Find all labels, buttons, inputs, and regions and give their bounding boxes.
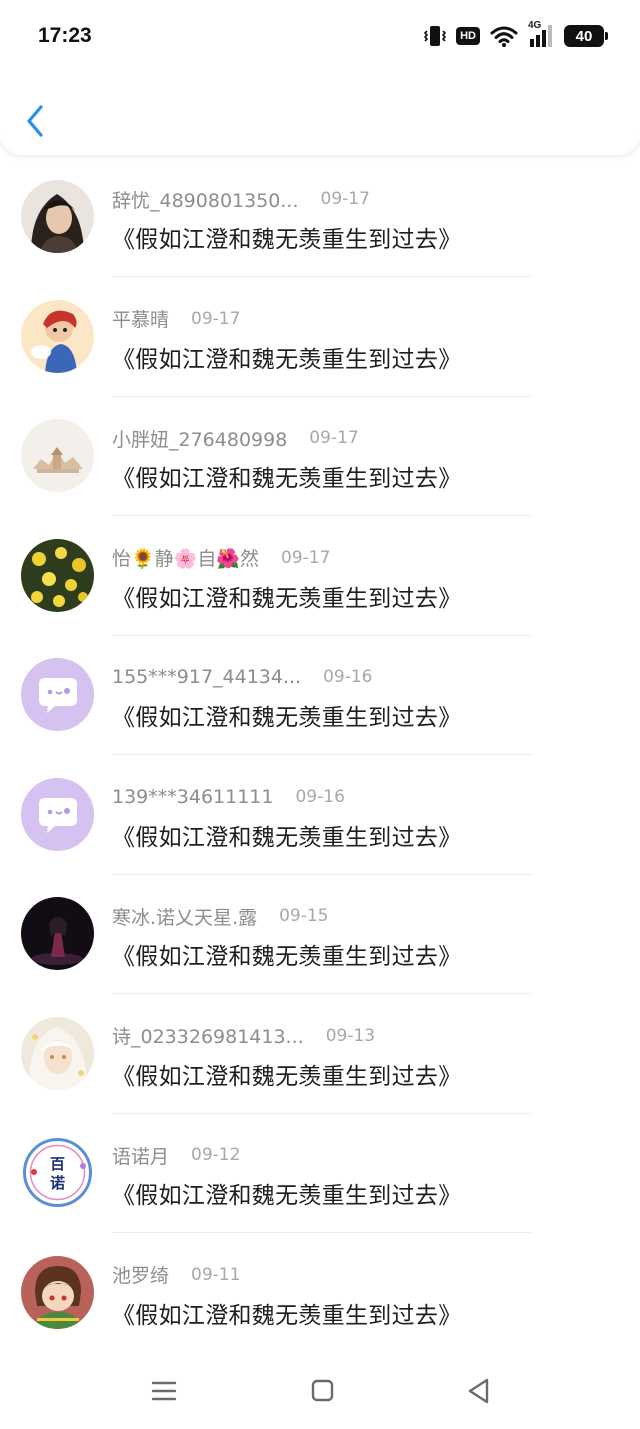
avatar[interactable] — [21, 419, 94, 492]
back-triangle-icon — [468, 1378, 489, 1404]
avatar[interactable]: 百 诺 — [21, 1136, 94, 1209]
message-meta: 155***917_44134... 09-16 — [112, 664, 373, 690]
avatar[interactable] — [21, 897, 94, 970]
back-button[interactable] — [22, 102, 50, 140]
top-bar: 17:23 HD 4G 40 — [0, 0, 640, 155]
status-icons: HD 4G 40 — [424, 20, 608, 49]
username[interactable]: 语诺月 — [112, 1142, 169, 1169]
vibrate-icon — [424, 24, 447, 48]
list-item[interactable]: 平慕晴 09-17 《假如江澄和魏无羡重生到过去》 — [0, 280, 640, 400]
avatar-seal-char-2: 诺 — [50, 1174, 65, 1192]
network-type-label: 4G — [528, 20, 542, 31]
username[interactable]: 155***917_44134... — [112, 666, 301, 688]
divider — [112, 515, 532, 516]
list-item[interactable]: 辞忧_4890801350... 09-17 《假如江澄和魏无羡重生到过去》 — [0, 160, 640, 280]
message-meta: 平慕晴 09-17 — [112, 306, 240, 332]
avatar-seal-char-1: 百 — [50, 1155, 65, 1173]
message-date: 09-17 — [309, 428, 359, 448]
message-date: 09-17 — [191, 308, 241, 329]
message-date: 09-17 — [280, 547, 331, 568]
message-text: 《假如江澄和魏无羡重生到过去》 — [112, 227, 462, 253]
list-item[interactable]: 百 诺 语诺月 09-12 《假如江澄和魏无羡重生到过去》 — [0, 1116, 640, 1236]
system-navigation-bar — [0, 1350, 640, 1429]
message-text: 《假如江澄和魏无羡重生到过去》 — [112, 1063, 462, 1090]
battery-icon: 40 — [564, 25, 608, 47]
chevron-left-icon — [27, 105, 43, 137]
username[interactable]: 池罗绮 — [112, 1261, 169, 1288]
message-meta: 寒冰.诺乂天星.露 09-15 — [112, 903, 329, 929]
list-item[interactable]: 池罗绮 09-11 《假如江澄和魏无羡重生到过去》 — [0, 1236, 640, 1356]
message-text: 《假如江澄和魏无羡重生到过去》 — [112, 1183, 462, 1209]
username[interactable]: 小胖妞_276480998 — [112, 425, 287, 452]
recent-apps-button[interactable] — [149, 1377, 179, 1405]
divider — [112, 993, 532, 994]
list-item[interactable]: 139***34611111 09-16 《假如江澄和魏无羡重生到过去》 — [0, 758, 640, 878]
divider — [112, 754, 532, 755]
avatar[interactable] — [21, 1016, 94, 1090]
list-item[interactable]: 怡🌻静🌸自🌺然 09-17 《假如江澄和魏无羡重生到过去》 — [0, 519, 640, 639]
system-back-button[interactable] — [464, 1377, 494, 1405]
message-date: 09-17 — [320, 189, 370, 209]
message-text: 《假如江澄和魏无羡重生到过去》 — [112, 346, 462, 373]
message-meta: 139***34611111 09-16 — [112, 784, 345, 810]
avatar[interactable] — [21, 1255, 94, 1329]
message-text: 《假如江澄和魏无羡重生到过去》 — [112, 824, 462, 851]
message-text: 《假如江澄和魏无羡重生到过去》 — [112, 705, 462, 731]
message-text: 《假如江澄和魏无羡重生到过去》 — [112, 585, 462, 612]
message-meta: 辞忧_4890801350... 09-17 — [112, 186, 370, 212]
username[interactable]: 平慕晴 — [112, 305, 169, 332]
message-meta: 小胖妞_276480998 09-17 — [112, 425, 359, 451]
message-text: 《假如江澄和魏无羡重生到过去》 — [112, 466, 462, 492]
menu-lines-icon — [151, 1381, 177, 1401]
list-item[interactable]: 小胖妞_276480998 09-17 《假如江澄和魏无羡重生到过去》 — [0, 399, 640, 519]
message-date: 09-16 — [323, 667, 373, 687]
username[interactable]: 诗_023326981413... — [112, 1022, 304, 1049]
username[interactable]: 139***34611111 — [112, 786, 273, 808]
message-date: 09-12 — [191, 1145, 241, 1165]
avatar[interactable] — [21, 538, 94, 612]
list-item[interactable]: 155***917_44134... 09-16 《假如江澄和魏无羡重生到过去》 — [0, 638, 640, 758]
username[interactable]: 辞忧_4890801350... — [112, 186, 299, 213]
signal-icon: 4G — [528, 20, 554, 48]
home-button[interactable] — [307, 1377, 337, 1405]
message-date: 09-15 — [279, 906, 329, 926]
divider — [112, 1232, 532, 1233]
message-date: 09-13 — [325, 1025, 376, 1046]
username[interactable]: 怡🌻静🌸自🌺然 — [112, 544, 259, 571]
divider — [112, 873, 532, 875]
list-item[interactable]: 诗_023326981413... 09-13 《假如江澄和魏无羡重生到过去》 — [0, 997, 640, 1117]
message-date: 09-16 — [295, 786, 345, 807]
divider — [112, 1112, 532, 1114]
avatar[interactable] — [21, 299, 94, 373]
message-date: 09-11 — [191, 1264, 241, 1285]
message-meta: 语诺月 09-12 — [112, 1142, 240, 1168]
message-list: 辞忧_4890801350... 09-17 《假如江澄和魏无羡重生到过去》 平… — [0, 160, 640, 1355]
hd-badge: HD — [456, 27, 480, 45]
divider — [112, 634, 532, 636]
message-meta: 怡🌻静🌸自🌺然 09-17 — [112, 545, 330, 571]
message-meta: 池罗绮 09-11 — [112, 1262, 240, 1288]
message-text: 《假如江澄和魏无羡重生到过去》 — [112, 944, 462, 970]
avatar[interactable] — [21, 777, 94, 851]
username[interactable]: 寒冰.诺乂天星.露 — [112, 903, 257, 930]
divider — [112, 395, 532, 397]
wifi-icon — [490, 25, 518, 47]
status-time: 17:23 — [38, 24, 92, 47]
divider — [112, 276, 532, 277]
list-item[interactable]: 寒冰.诺乂天星.露 09-15 《假如江澄和魏无羡重生到过去》 — [0, 877, 640, 997]
avatar[interactable] — [21, 180, 94, 253]
home-square-icon — [311, 1379, 334, 1402]
message-meta: 诗_023326981413... 09-13 — [112, 1023, 375, 1049]
avatar[interactable] — [21, 658, 94, 731]
message-text: 《假如江澄和魏无羡重生到过去》 — [112, 1302, 462, 1329]
